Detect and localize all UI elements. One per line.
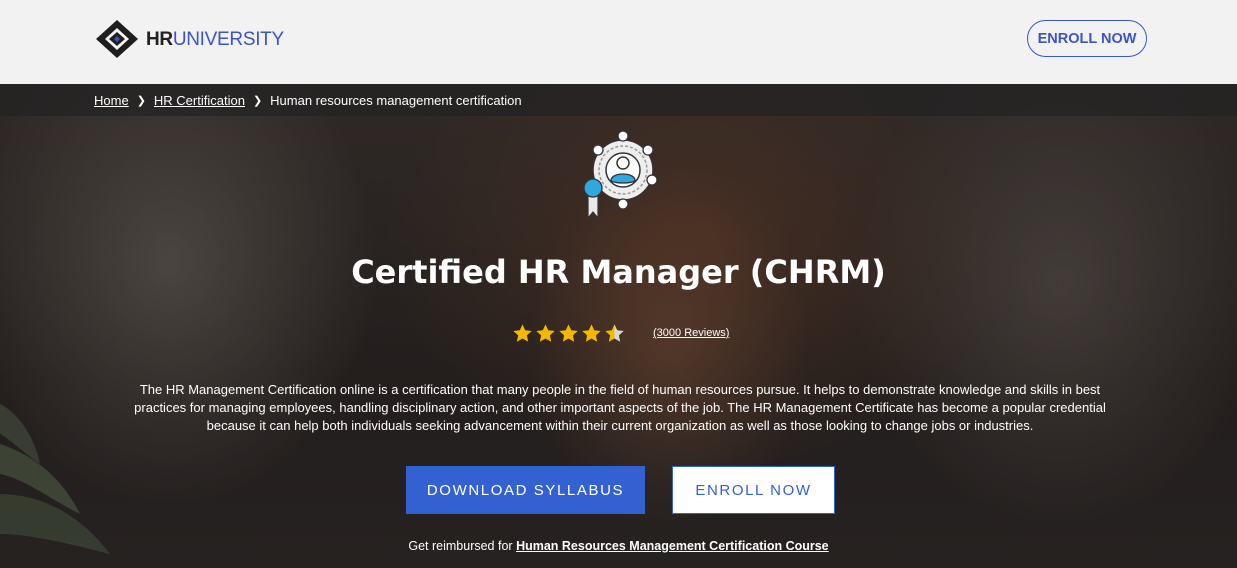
reimburse-prefix: Get reimbursed for <box>408 539 513 553</box>
logo-wordmark: HRUNIVERSITY <box>146 30 284 49</box>
star-rating: (3000 Reviews) <box>512 320 729 346</box>
download-syllabus-button[interactable]: DOWNLOAD SYLLABUS <box>406 466 645 514</box>
site-header: HRUNIVERSITY ENROLL NOW <box>0 0 1237 84</box>
diamond-logo-icon <box>96 20 138 58</box>
breadcrumb-home-link[interactable]: Home <box>94 93 129 108</box>
header-enroll-button[interactable]: ENROLL NOW <box>1027 20 1147 57</box>
star-full-icon <box>582 323 601 342</box>
chevron-right-icon: ❯ <box>136 94 146 107</box>
hero-enroll-button[interactable]: ENROLL NOW <box>672 466 835 514</box>
course-description: The HR Management Certification online i… <box>134 382 1106 433</box>
logo-hr-text: HR <box>146 28 173 50</box>
breadcrumb: Home ❯ HR Certification ❯ Human resource… <box>0 84 1237 116</box>
certification-badge-icon <box>583 130 658 220</box>
star-full-icon <box>559 323 578 342</box>
breadcrumb-hr-certification-link[interactable]: HR Certification <box>154 93 245 108</box>
chevron-right-icon: ❯ <box>252 94 263 107</box>
course-title: Certified HR Manager (CHRM) <box>351 253 886 291</box>
reviews-link[interactable]: (3000 Reviews) <box>653 327 729 339</box>
breadcrumb-current-page: Human resources management certification <box>270 92 522 108</box>
reimburse-course-link[interactable]: Human Resources Management Certification… <box>516 539 829 553</box>
hero-section: Home ❯ HR Certification ❯ Human resource… <box>0 84 1237 568</box>
star-half-icon <box>605 323 624 342</box>
hr-university-logo[interactable]: HRUNIVERSITY <box>94 19 284 59</box>
logo-university-text: UNIVERSITY <box>172 28 284 50</box>
reimbursement-note: Get reimbursed for Human Resources Manag… <box>0 539 1237 553</box>
star-full-icon <box>536 323 555 342</box>
star-full-icon <box>513 323 532 342</box>
